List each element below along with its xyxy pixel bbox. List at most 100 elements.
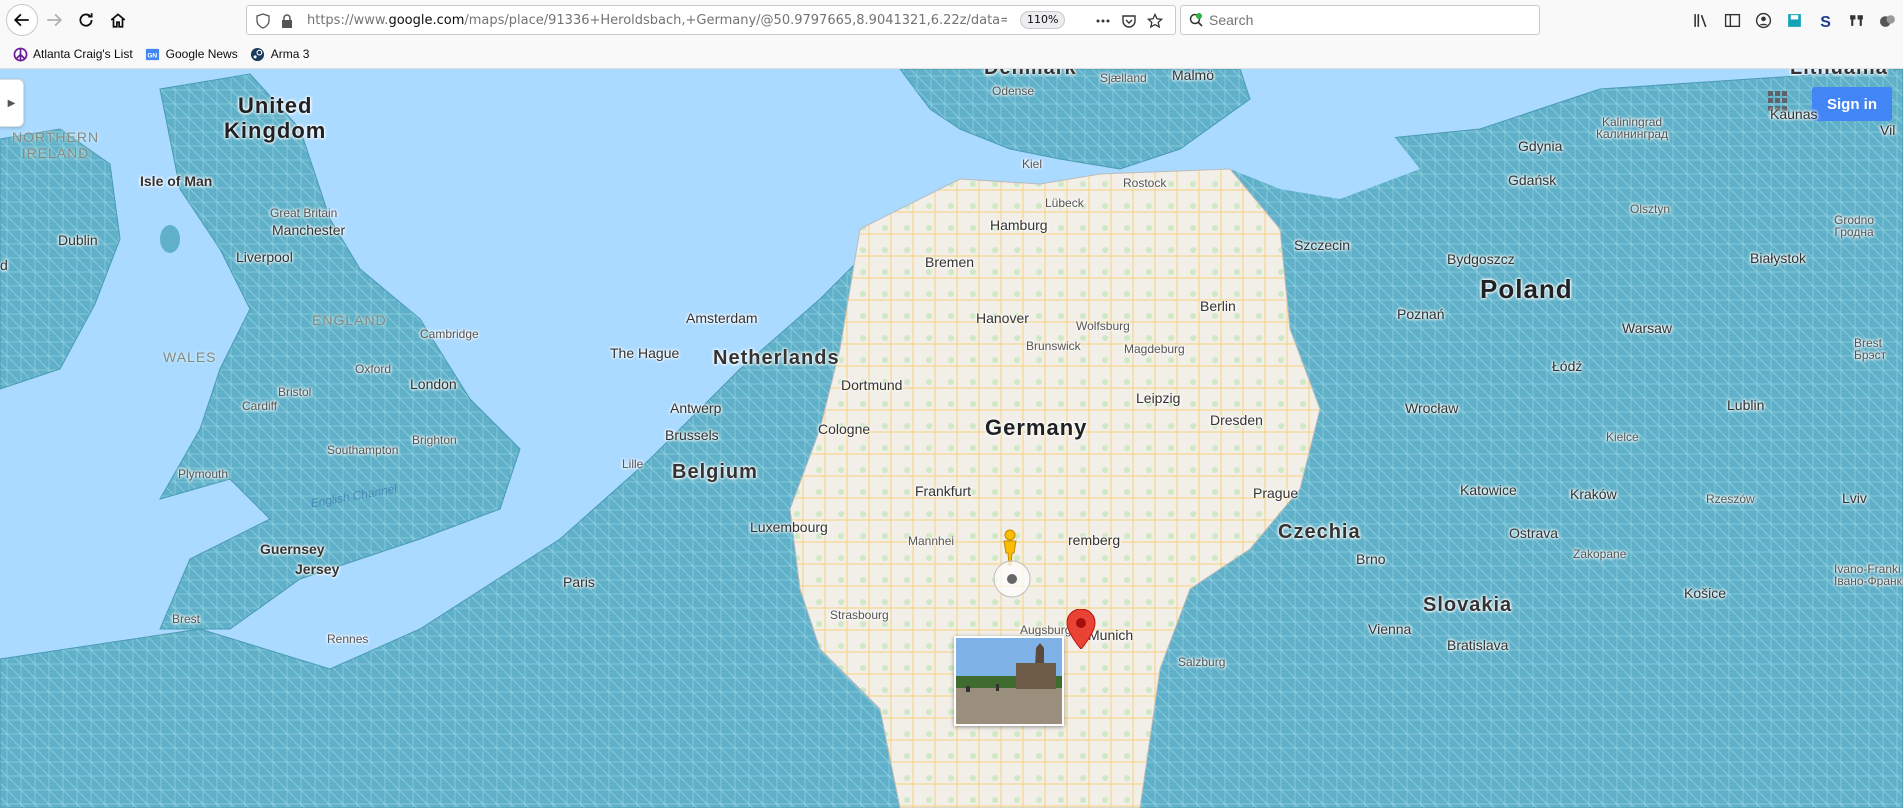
label-lille: Lille bbox=[622, 457, 644, 471]
pocket-icon[interactable] bbox=[1121, 13, 1137, 29]
location-pin-icon[interactable] bbox=[1066, 609, 1096, 649]
label-antwerp: Antwerp bbox=[670, 400, 722, 416]
label-guernsey: Guernsey bbox=[260, 541, 325, 557]
search-bar[interactable] bbox=[1180, 5, 1540, 35]
label-odense: Odense bbox=[992, 84, 1035, 98]
bookmark-google-news[interactable]: GN Google News bbox=[145, 46, 238, 62]
label-kiel: Kiel bbox=[1022, 157, 1043, 171]
url-bar[interactable]: https://www.google.com/maps/place/91336+… bbox=[246, 5, 1176, 35]
profile-circles-icon bbox=[1879, 14, 1895, 27]
reader-icon bbox=[1849, 14, 1863, 26]
label-malmo: Malmö bbox=[1172, 69, 1215, 83]
forward-button[interactable] bbox=[40, 6, 68, 34]
label-rennes: Rennes bbox=[327, 632, 369, 646]
label-germany: Germany bbox=[985, 415, 1088, 440]
bookmark-atlanta-craigs-list[interactable]: Atlanta Craig's List bbox=[12, 46, 133, 62]
label-jersey: Jersey bbox=[295, 561, 340, 577]
label-netherlands: Netherlands bbox=[713, 347, 840, 369]
label-gdansk: Gdańsk bbox=[1508, 172, 1557, 188]
profile-extension-button[interactable] bbox=[1877, 10, 1897, 30]
label-hamburg: Hamburg bbox=[990, 217, 1048, 233]
label-bristol: Bristol bbox=[278, 385, 312, 399]
label-olsztyn: Olsztyn bbox=[1630, 202, 1671, 216]
label-manchester: Manchester bbox=[272, 222, 346, 238]
label-wroclaw: Wrocław bbox=[1405, 400, 1459, 416]
url-text[interactable]: https://www.google.com/maps/place/91336+… bbox=[307, 13, 1007, 28]
label-nuremberg: remberg bbox=[1068, 532, 1121, 548]
sidebar-button[interactable] bbox=[1722, 10, 1742, 30]
label-hanover: Hanover bbox=[976, 310, 1029, 326]
side-panel-toggle[interactable]: ▶ bbox=[0, 79, 24, 127]
reload-button[interactable] bbox=[72, 6, 100, 34]
arrow-left-icon bbox=[13, 13, 29, 27]
more-actions-icon[interactable] bbox=[1095, 13, 1111, 29]
reader-extension-button[interactable] bbox=[1846, 10, 1866, 30]
label-kaliningrad: Kaliningrad Калининград bbox=[1596, 115, 1669, 141]
home-button[interactable] bbox=[104, 6, 132, 34]
svg-text:GN: GN bbox=[148, 52, 158, 59]
label-prague: Prague bbox=[1253, 485, 1299, 501]
search-icon bbox=[1189, 13, 1203, 27]
label-poznan: Poznań bbox=[1397, 306, 1445, 322]
sign-in-button[interactable]: Sign in bbox=[1812, 87, 1892, 121]
label-krakow: Kraków bbox=[1570, 486, 1617, 502]
place-photo-thumbnail[interactable] bbox=[954, 636, 1064, 726]
compass-icon[interactable] bbox=[992, 559, 1032, 599]
label-united-kingdom: United Kingdom bbox=[224, 93, 327, 143]
label-belgium: Belgium bbox=[672, 461, 758, 483]
label-cambridge: Cambridge bbox=[420, 327, 479, 341]
s-extension-button[interactable]: S bbox=[1815, 10, 1835, 30]
label-poland: Poland bbox=[1480, 274, 1573, 304]
label-salzburg: Salzburg bbox=[1178, 655, 1226, 669]
label-great-britain: Great Britain bbox=[270, 206, 338, 220]
peace-icon bbox=[12, 46, 28, 62]
label-lithuania: Lithuania bbox=[1790, 69, 1888, 80]
label-brunswick: Brunswick bbox=[1026, 339, 1081, 353]
google-news-icon: GN bbox=[145, 46, 161, 62]
account-icon bbox=[1755, 12, 1771, 28]
library-icon bbox=[1693, 13, 1706, 27]
label-augsburg: Augsburg bbox=[1020, 623, 1072, 637]
label-cardiff: Cardiff bbox=[242, 399, 278, 413]
label-oxford: Oxford bbox=[355, 362, 392, 376]
label-leipzig: Leipzig bbox=[1136, 390, 1181, 406]
floppy-disk-icon bbox=[1787, 13, 1801, 27]
browser-toolbar: https://www.google.com/maps/place/91336+… bbox=[0, 0, 1903, 40]
label-szczecin: Szczecin bbox=[1294, 237, 1351, 253]
svg-text:S: S bbox=[1820, 13, 1831, 28]
label-brussels: Brussels bbox=[665, 427, 719, 443]
steam-icon bbox=[250, 46, 266, 62]
shield-icon[interactable] bbox=[255, 13, 271, 29]
bookmark-star-icon[interactable] bbox=[1147, 13, 1163, 29]
label-rzeszow: Rzeszów bbox=[1706, 492, 1755, 506]
account-button[interactable] bbox=[1753, 10, 1773, 30]
label-liverpool: Liverpool bbox=[236, 249, 293, 265]
bookmark-arma-3[interactable]: Arma 3 bbox=[250, 46, 309, 62]
save-extension-button[interactable] bbox=[1784, 10, 1804, 30]
zoom-level-badge[interactable]: 110% bbox=[1020, 11, 1066, 29]
search-input[interactable] bbox=[1209, 11, 1529, 29]
label-gdynia: Gdynia bbox=[1518, 138, 1563, 154]
label-brest: Brest bbox=[172, 612, 201, 626]
label-warsaw: Warsaw bbox=[1622, 320, 1673, 336]
label-amsterdam: Amsterdam bbox=[686, 310, 758, 326]
label-bratislava: Bratislava bbox=[1447, 637, 1509, 653]
label-vienna: Vienna bbox=[1368, 621, 1412, 637]
label-plymouth: Plymouth bbox=[178, 467, 229, 481]
label-rostock: Rostock bbox=[1123, 176, 1167, 190]
label-cologne: Cologne bbox=[818, 421, 871, 437]
label-kaunas: Kaunas bbox=[1770, 106, 1818, 122]
label-czechia: Czechia bbox=[1278, 521, 1361, 543]
lock-icon[interactable] bbox=[279, 13, 295, 29]
label-grodno: Grodno Гродна bbox=[1834, 213, 1875, 239]
map-canvas[interactable]: ▶ Sign in United Kingdom Netherlands Bel… bbox=[0, 69, 1903, 808]
label-isle-of-man: Isle of Man bbox=[140, 173, 213, 189]
back-button[interactable] bbox=[6, 4, 38, 36]
label-ostrava: Ostrava bbox=[1509, 525, 1559, 541]
library-button[interactable] bbox=[1691, 10, 1711, 30]
label-strasbourg: Strasbourg bbox=[830, 608, 889, 622]
label-katowice: Katowice bbox=[1460, 482, 1517, 498]
label-brno: Brno bbox=[1356, 551, 1386, 567]
label-the-hague: The Hague bbox=[610, 345, 680, 361]
label-lodz: Łódź bbox=[1552, 358, 1583, 374]
